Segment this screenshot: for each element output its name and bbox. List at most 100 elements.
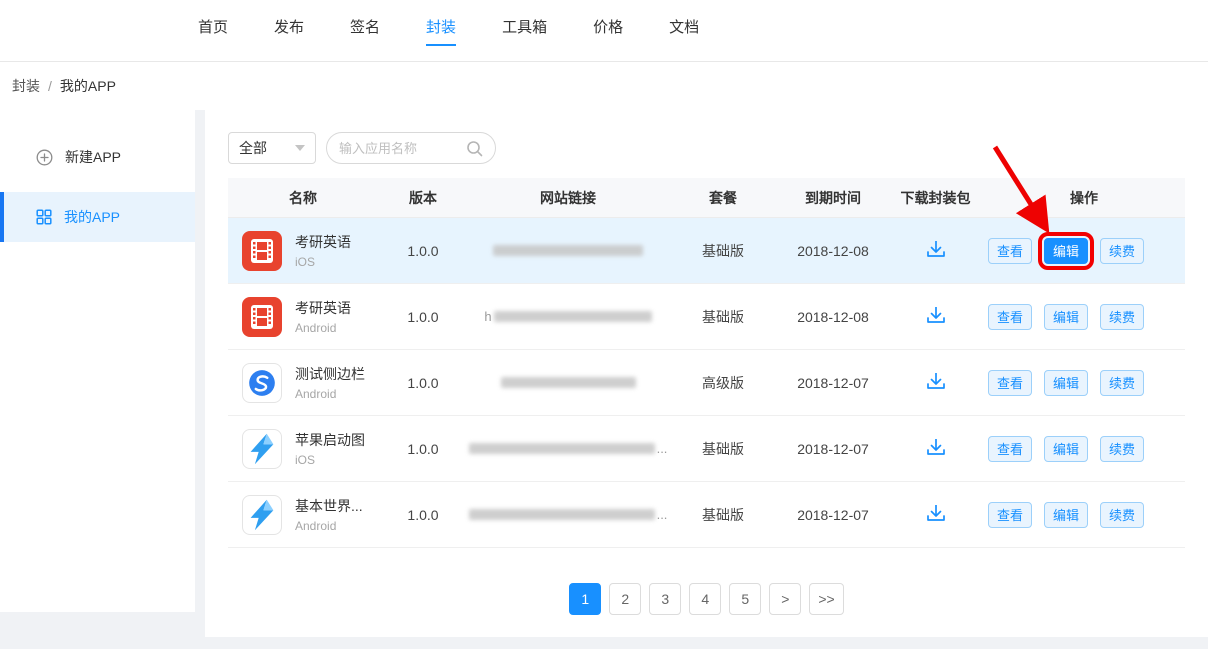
sidebar-item-label: 新建APP xyxy=(65,147,121,167)
blurred-url xyxy=(469,443,655,454)
bolt-app-icon xyxy=(242,495,282,535)
view-button[interactable]: 查看 xyxy=(988,304,1032,330)
download-icon[interactable] xyxy=(925,305,947,325)
edit-button[interactable]: 编辑 xyxy=(1044,436,1088,462)
app-version: 1.0.0 xyxy=(378,309,468,325)
app-name-cell: 考研英语Android xyxy=(228,297,378,337)
actions-cell: 查看编辑续费 xyxy=(983,304,1185,330)
table-row: 考研英语 iOS 1.0.0 基础版2018-12-08 查看编辑续费 xyxy=(228,218,1185,284)
page-button-4[interactable]: 4 xyxy=(689,583,721,615)
app-version: 1.0.0 xyxy=(378,441,468,457)
view-button[interactable]: 查看 xyxy=(988,238,1032,264)
app-platform: iOS xyxy=(295,453,365,467)
view-button[interactable]: 查看 xyxy=(988,436,1032,462)
app-version: 1.0.0 xyxy=(378,243,468,259)
renew-button[interactable]: 续费 xyxy=(1100,370,1144,396)
page-button-5[interactable]: 5 xyxy=(729,583,761,615)
nav-item[interactable]: 签名 xyxy=(350,16,380,46)
nav-item[interactable]: 工具箱 xyxy=(502,16,547,46)
app-version: 1.0.0 xyxy=(378,375,468,391)
nav-item[interactable]: 价格 xyxy=(593,16,623,46)
next-page-button[interactable]: > xyxy=(769,583,801,615)
film-app-icon xyxy=(242,231,282,271)
actions-cell: 查看编辑续费 xyxy=(983,238,1185,264)
actions-cell: 查看编辑续费 xyxy=(983,502,1185,528)
app-platform: iOS xyxy=(295,255,351,269)
app-name: 考研英语 xyxy=(295,298,351,318)
sidebar-item-my-app[interactable]: 我的APP xyxy=(0,192,195,242)
renew-button[interactable]: 续费 xyxy=(1100,238,1144,264)
expiry-date: 2018-12-07 xyxy=(778,375,888,391)
expiry-date: 2018-12-08 xyxy=(778,243,888,259)
category-select-value: 全部 xyxy=(239,138,267,158)
renew-button[interactable]: 续费 xyxy=(1100,304,1144,330)
app-name: 考研英语 xyxy=(295,232,351,252)
sidebar-item-label: 我的APP xyxy=(64,207,120,227)
expiry-date: 2018-12-07 xyxy=(778,507,888,523)
table-row: 苹果启动图iOS1.0.0...基础版2018-12-07查看编辑续费 xyxy=(228,416,1185,482)
blurred-url xyxy=(469,509,655,520)
download-icon[interactable] xyxy=(925,371,947,391)
sidebar-item-new-app[interactable]: 新建APP xyxy=(0,132,195,182)
page-button-2[interactable]: 2 xyxy=(609,583,641,615)
renew-button[interactable]: 续费 xyxy=(1100,502,1144,528)
expiry-date: 2018-12-07 xyxy=(778,441,888,457)
edit-button[interactable]: 编辑 xyxy=(1044,370,1088,396)
actions-cell: 查看编辑续费 xyxy=(983,370,1185,396)
app-name: 基本世界... xyxy=(295,496,363,516)
table-row: 基本世界...Android1.0.0...基础版2018-12-07 查看编辑续… xyxy=(228,482,1185,548)
app-version: 1.0.0 xyxy=(378,507,468,523)
url-hint: ... xyxy=(657,441,668,456)
url-hint: ... xyxy=(657,507,668,522)
download-cell xyxy=(888,503,983,526)
breadcrumb-separator: / xyxy=(48,78,52,94)
view-button[interactable]: 查看 xyxy=(988,502,1032,528)
header-expiry: 到期时间 xyxy=(778,188,888,208)
nav-item[interactable]: 发布 xyxy=(274,16,304,46)
breadcrumb: 封装 / 我的APP xyxy=(0,62,1208,110)
site-link-cell xyxy=(468,245,668,256)
edit-button[interactable]: 编辑 xyxy=(1044,238,1088,264)
plan-badge: 基础版 xyxy=(668,241,778,261)
app-platform: Android xyxy=(295,387,365,401)
site-link-cell xyxy=(468,377,668,388)
category-select[interactable]: 全部 xyxy=(228,132,316,164)
breadcrumb-parent[interactable]: 封装 xyxy=(12,76,40,96)
expiry-date: 2018-12-08 xyxy=(778,309,888,325)
download-cell xyxy=(888,437,983,460)
view-button[interactable]: 查看 xyxy=(988,370,1032,396)
breadcrumb-current: 我的APP xyxy=(60,76,116,96)
download-icon[interactable] xyxy=(925,503,947,523)
app-table: 名称 版本 网站链接 套餐 到期时间 下载封装包 操作 考研英语 iOS 1.0.0… xyxy=(228,178,1185,548)
toolbar: 全部 xyxy=(205,110,1208,164)
search-icon[interactable] xyxy=(466,140,483,157)
header-download: 下载封装包 xyxy=(888,188,983,208)
page-button-3[interactable]: 3 xyxy=(649,583,681,615)
header-plan: 套餐 xyxy=(668,188,778,208)
site-link-cell: ... xyxy=(468,441,668,456)
edit-button[interactable]: 编辑 xyxy=(1044,502,1088,528)
table-header: 名称 版本 网站链接 套餐 到期时间 下载封装包 操作 xyxy=(228,178,1185,218)
film-app-icon xyxy=(242,297,282,337)
search-input[interactable] xyxy=(339,141,460,156)
app-name-cell: 基本世界...Android xyxy=(228,495,378,535)
header-actions: 操作 xyxy=(983,188,1185,208)
app-name: 苹果启动图 xyxy=(295,430,365,450)
plus-circle-icon xyxy=(36,149,53,166)
app-name-cell: 考研英语 iOS xyxy=(228,231,378,271)
download-cell xyxy=(888,239,983,262)
renew-button[interactable]: 续费 xyxy=(1100,436,1144,462)
grid-icon xyxy=(36,209,52,225)
swirl-app-icon xyxy=(242,363,282,403)
last-page-button[interactable]: >> xyxy=(809,583,843,615)
nav-item[interactable]: 封装 xyxy=(426,16,456,46)
download-icon[interactable] xyxy=(925,437,947,457)
nav-item[interactable]: 首页 xyxy=(198,16,228,46)
header-site-link: 网站链接 xyxy=(468,188,668,208)
download-icon[interactable] xyxy=(925,239,947,259)
nav-item[interactable]: 文档 xyxy=(669,16,699,46)
url-hint: h xyxy=(484,309,491,324)
plan-badge: 基础版 xyxy=(668,505,778,525)
page-button-1[interactable]: 1 xyxy=(569,583,601,615)
edit-button[interactable]: 编辑 xyxy=(1044,304,1088,330)
